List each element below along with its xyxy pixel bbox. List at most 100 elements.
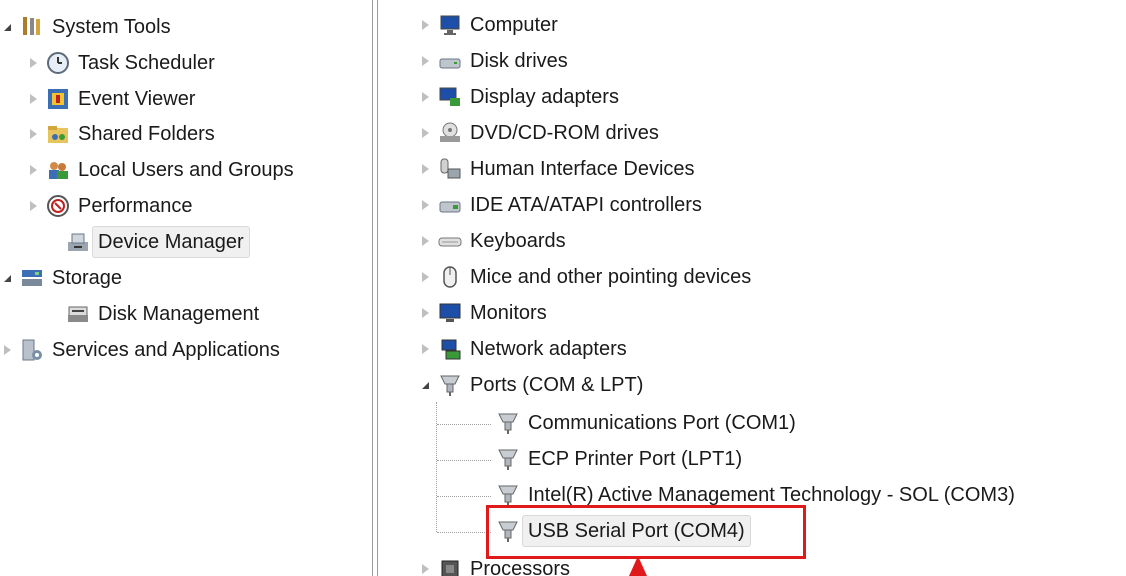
device-category-ide-ata-atapi-controllers[interactable]: IDE ATA/ATAPI controllers (418, 188, 702, 222)
device-item-label: ECP Printer Port (LPT1) (528, 448, 743, 470)
tree-item-device-manager[interactable]: Device Manager (66, 225, 250, 259)
device-category-label: Keyboards (470, 230, 566, 252)
clock-icon (46, 51, 70, 75)
expand-arrow-icon[interactable] (418, 378, 432, 392)
device-category-ports[interactable]: Ports (COM & LPT) (418, 368, 643, 402)
collapse-arrow-icon[interactable] (26, 56, 40, 70)
collapse-arrow-icon[interactable] (418, 126, 432, 140)
network-adapter-icon (438, 337, 462, 361)
expand-arrow-icon[interactable] (0, 271, 14, 285)
display-adapter-icon (438, 85, 462, 109)
collapse-arrow-icon[interactable] (26, 199, 40, 213)
collapse-arrow-icon[interactable] (418, 18, 432, 32)
device-item-lpt1[interactable]: ECP Printer Port (LPT1) (496, 442, 742, 476)
device-category-computer[interactable]: Computer (418, 8, 558, 42)
tree-item-label: Services and Applications (52, 339, 280, 361)
device-category-human-interface-devices[interactable]: Human Interface Devices (418, 152, 695, 186)
device-category-mice[interactable]: Mice and other pointing devices (418, 260, 751, 294)
expand-arrow-icon[interactable] (0, 20, 14, 34)
dvd-drive-icon (438, 121, 462, 145)
performance-icon (46, 194, 70, 218)
disk-drive-icon (438, 49, 462, 73)
device-category-label: Monitors (470, 302, 547, 324)
storage-icon (20, 266, 44, 290)
device-category-label: Network adapters (470, 338, 627, 360)
tree-item-system-tools[interactable]: System Tools (0, 10, 171, 44)
tree-item-label: Local Users and Groups (78, 159, 294, 181)
pane-splitter[interactable] (372, 0, 396, 576)
port-icon (496, 447, 520, 471)
collapse-arrow-icon[interactable] (418, 54, 432, 68)
tree-item-label: Disk Management (98, 303, 260, 325)
device-category-label: Human Interface Devices (470, 158, 695, 180)
tree-item-shared-folders[interactable]: Shared Folders (26, 117, 215, 151)
collapse-arrow-icon[interactable] (26, 127, 40, 141)
device-category-monitors[interactable]: Monitors (418, 296, 547, 330)
monitor-icon (438, 301, 462, 325)
device-tree-pane: Computer Disk drives Display adapters DV… (396, 0, 1126, 576)
annotation-arrow-icon (629, 556, 647, 576)
tree-item-local-users-and-groups[interactable]: Local Users and Groups (26, 153, 294, 187)
collapse-arrow-icon[interactable] (0, 343, 14, 357)
tree-item-event-viewer[interactable]: Event Viewer (26, 82, 195, 116)
device-category-label: Computer (470, 14, 558, 36)
device-category-display-adapters[interactable]: Display adapters (418, 80, 619, 114)
services-icon (20, 338, 44, 362)
tree-item-label: System Tools (52, 16, 171, 38)
tree-guide-line (437, 496, 491, 497)
users-icon (46, 158, 70, 182)
tree-guide-line (437, 532, 491, 533)
device-category-dvd-cd-rom-drives[interactable]: DVD/CD-ROM drives (418, 116, 659, 150)
device-category-label: Disk drives (470, 50, 568, 72)
collapse-arrow-icon[interactable] (418, 342, 432, 356)
console-tree-pane: System Tools Task Scheduler Event Viewer… (0, 0, 372, 576)
tree-guide-line (437, 460, 491, 461)
keyboard-icon (438, 229, 462, 253)
collapse-arrow-icon[interactable] (418, 90, 432, 104)
device-category-label: Display adapters (470, 86, 619, 108)
collapse-arrow-icon[interactable] (418, 306, 432, 320)
port-icon (496, 483, 520, 507)
disk-management-icon (66, 302, 90, 326)
collapse-arrow-icon[interactable] (26, 163, 40, 177)
device-category-label: Mice and other pointing devices (470, 266, 752, 288)
annotation-highlight-box (486, 505, 806, 559)
device-manager-icon (66, 230, 90, 254)
device-category-label: IDE ATA/ATAPI controllers (470, 194, 702, 216)
tree-item-storage[interactable]: Storage (0, 261, 122, 295)
computer-icon (438, 13, 462, 37)
event-viewer-icon (46, 87, 70, 111)
collapse-arrow-icon[interactable] (418, 162, 432, 176)
tree-guide-line (437, 424, 491, 425)
toolbox-icon (20, 15, 44, 39)
ide-controller-icon (438, 193, 462, 217)
tree-guide-line (436, 402, 437, 532)
collapse-arrow-icon[interactable] (26, 92, 40, 106)
device-category-disk-drives[interactable]: Disk drives (418, 44, 568, 78)
mouse-icon (438, 265, 462, 289)
port-icon (438, 373, 462, 397)
tree-item-disk-management[interactable]: Disk Management (66, 297, 259, 331)
tree-item-label: Task Scheduler (78, 52, 215, 74)
collapse-arrow-icon[interactable] (418, 562, 432, 576)
port-icon (496, 411, 520, 435)
tree-item-label: Performance (78, 195, 193, 217)
device-category-label: DVD/CD-ROM drives (470, 122, 659, 144)
device-category-label: Ports (COM & LPT) (470, 374, 644, 396)
hid-icon (438, 157, 462, 181)
device-category-network-adapters[interactable]: Network adapters (418, 332, 627, 366)
device-category-keyboards[interactable]: Keyboards (418, 224, 566, 258)
tree-item-label: Storage (52, 267, 123, 289)
collapse-arrow-icon[interactable] (418, 198, 432, 212)
device-item-com1[interactable]: Communications Port (COM1) (496, 406, 796, 440)
tree-item-services-and-applications[interactable]: Services and Applications (0, 333, 280, 367)
tree-item-label: Shared Folders (78, 123, 215, 145)
processor-icon (438, 557, 462, 576)
tree-item-performance[interactable]: Performance (26, 189, 193, 223)
collapse-arrow-icon[interactable] (418, 270, 432, 284)
tree-item-label: Device Manager (92, 226, 250, 258)
tree-item-task-scheduler[interactable]: Task Scheduler (26, 46, 215, 80)
tree-item-label: Event Viewer (78, 88, 196, 110)
collapse-arrow-icon[interactable] (418, 234, 432, 248)
device-item-label: Communications Port (COM1) (528, 412, 796, 434)
